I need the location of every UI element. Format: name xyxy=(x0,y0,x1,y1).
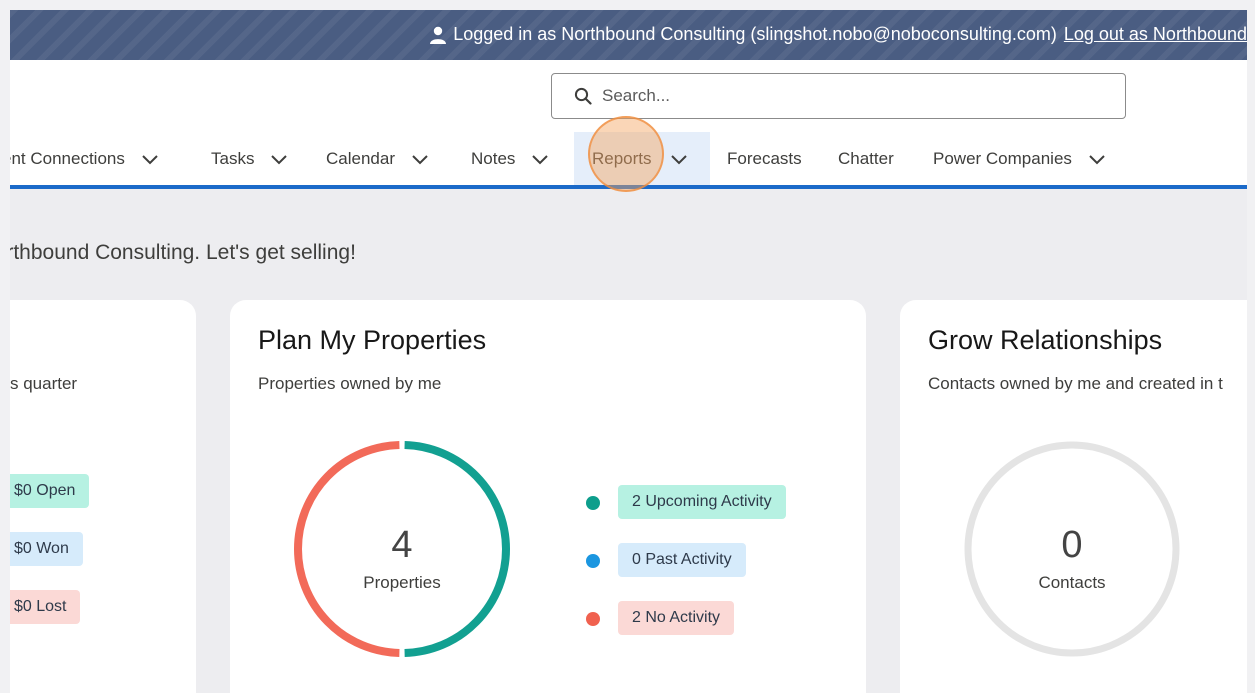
user-icon xyxy=(430,26,447,44)
nav-bar: ent Connections Tasks Calendar Notes Rep… xyxy=(10,132,1247,186)
nav-item-label: Tasks xyxy=(211,149,255,168)
chevron-down-icon[interactable] xyxy=(141,153,159,165)
search-icon xyxy=(574,87,592,105)
properties-count-caption: Properties xyxy=(363,573,441,592)
upcoming-legend-dot xyxy=(586,496,600,510)
chevron-down-icon[interactable] xyxy=(531,153,549,165)
properties-card: Plan My Properties Properties owned by m… xyxy=(230,300,866,693)
relationships-card-title: Grow Relationships xyxy=(928,325,1163,355)
lost-amount-badge[interactable]: $0 Lost xyxy=(10,590,81,624)
banner-text-row: Logged in as Northbound Consulting (slin… xyxy=(429,24,1247,45)
search-input[interactable] xyxy=(602,86,1082,106)
properties-card-title: Plan My Properties xyxy=(258,325,487,355)
nav-item-label: Reports xyxy=(592,149,652,168)
nav-item-label: Power Companies xyxy=(933,149,1072,168)
open-amount-badge[interactable]: $0 Open xyxy=(10,474,90,508)
chevron-down-icon[interactable] xyxy=(411,153,429,165)
properties-count-label: 4 Properties xyxy=(292,525,512,593)
nav-item-label: ent Connections xyxy=(10,149,125,168)
contacts-count-label: 0 Contacts xyxy=(962,525,1182,593)
contacts-count-caption: Contacts xyxy=(1038,573,1106,592)
nav-active-underline xyxy=(10,185,1247,189)
nav-item-label: Calendar xyxy=(326,149,395,168)
badge-label: $0 Lost xyxy=(14,598,67,615)
badge-label: 2 No Activity xyxy=(632,609,721,626)
greeting-text: lorthbound Consulting. Let's get selling… xyxy=(10,241,356,264)
properties-card-subtitle: Properties owned by me xyxy=(258,374,442,393)
nav-item-chatter[interactable]: Chatter xyxy=(838,132,894,186)
login-banner: Logged in as Northbound Consulting (slin… xyxy=(10,10,1247,60)
app-viewport: Logged in as Northbound Consulting (slin… xyxy=(10,10,1247,693)
chevron-down-icon[interactable] xyxy=(270,153,288,165)
upcoming-activity-badge[interactable]: 2 Upcoming Activity xyxy=(618,485,786,519)
nav-item-tasks[interactable]: Tasks xyxy=(211,132,288,186)
screenshot-frame: Logged in as Northbound Consulting (slin… xyxy=(0,0,1255,693)
global-search[interactable] xyxy=(551,73,1126,119)
relationships-card-subtitle: Contacts owned by me and created in t xyxy=(928,374,1223,393)
nav-item-label: Forecasts xyxy=(727,149,802,168)
nav-item-forecasts[interactable]: Forecasts xyxy=(727,132,802,186)
past-legend-dot xyxy=(586,554,600,568)
nav-item-notes[interactable]: Notes xyxy=(471,132,549,186)
sales-card-subtitle: s quarter xyxy=(10,374,78,393)
sales-card: s quarter $0 Open $0 Won $0 Lost xyxy=(10,300,196,693)
past-activity-badge[interactable]: 0 Past Activity xyxy=(618,543,746,577)
nav-item-client-connections[interactable]: ent Connections xyxy=(10,132,159,186)
logout-link[interactable]: Log out as Northbound xyxy=(1064,24,1247,45)
badge-label: $0 Open xyxy=(14,482,76,499)
nav-item-label: Notes xyxy=(471,149,516,168)
no-activity-legend-dot xyxy=(586,612,600,626)
badge-label: 0 Past Activity xyxy=(632,551,732,568)
won-amount-badge[interactable]: $0 Won xyxy=(10,532,83,566)
no-activity-badge[interactable]: 2 No Activity xyxy=(618,601,735,635)
global-header: ent Connections Tasks Calendar Notes Rep… xyxy=(10,60,1247,189)
chevron-down-icon[interactable] xyxy=(1088,153,1106,165)
nav-item-reports[interactable]: Reports xyxy=(574,132,710,186)
relationships-card: Grow Relationships Contacts owned by me … xyxy=(900,300,1247,693)
contacts-count: 0 xyxy=(1061,524,1083,566)
badge-label: $0 Won xyxy=(14,540,69,557)
nav-item-label: Chatter xyxy=(838,149,894,168)
properties-count: 4 xyxy=(391,524,413,566)
nav-item-power-companies[interactable]: Power Companies xyxy=(933,132,1106,186)
logged-in-text: Logged in as Northbound Consulting (slin… xyxy=(453,24,1057,44)
badge-label: 2 Upcoming Activity xyxy=(632,493,772,510)
nav-item-calendar[interactable]: Calendar xyxy=(326,132,429,186)
chevron-down-icon[interactable] xyxy=(670,153,688,165)
